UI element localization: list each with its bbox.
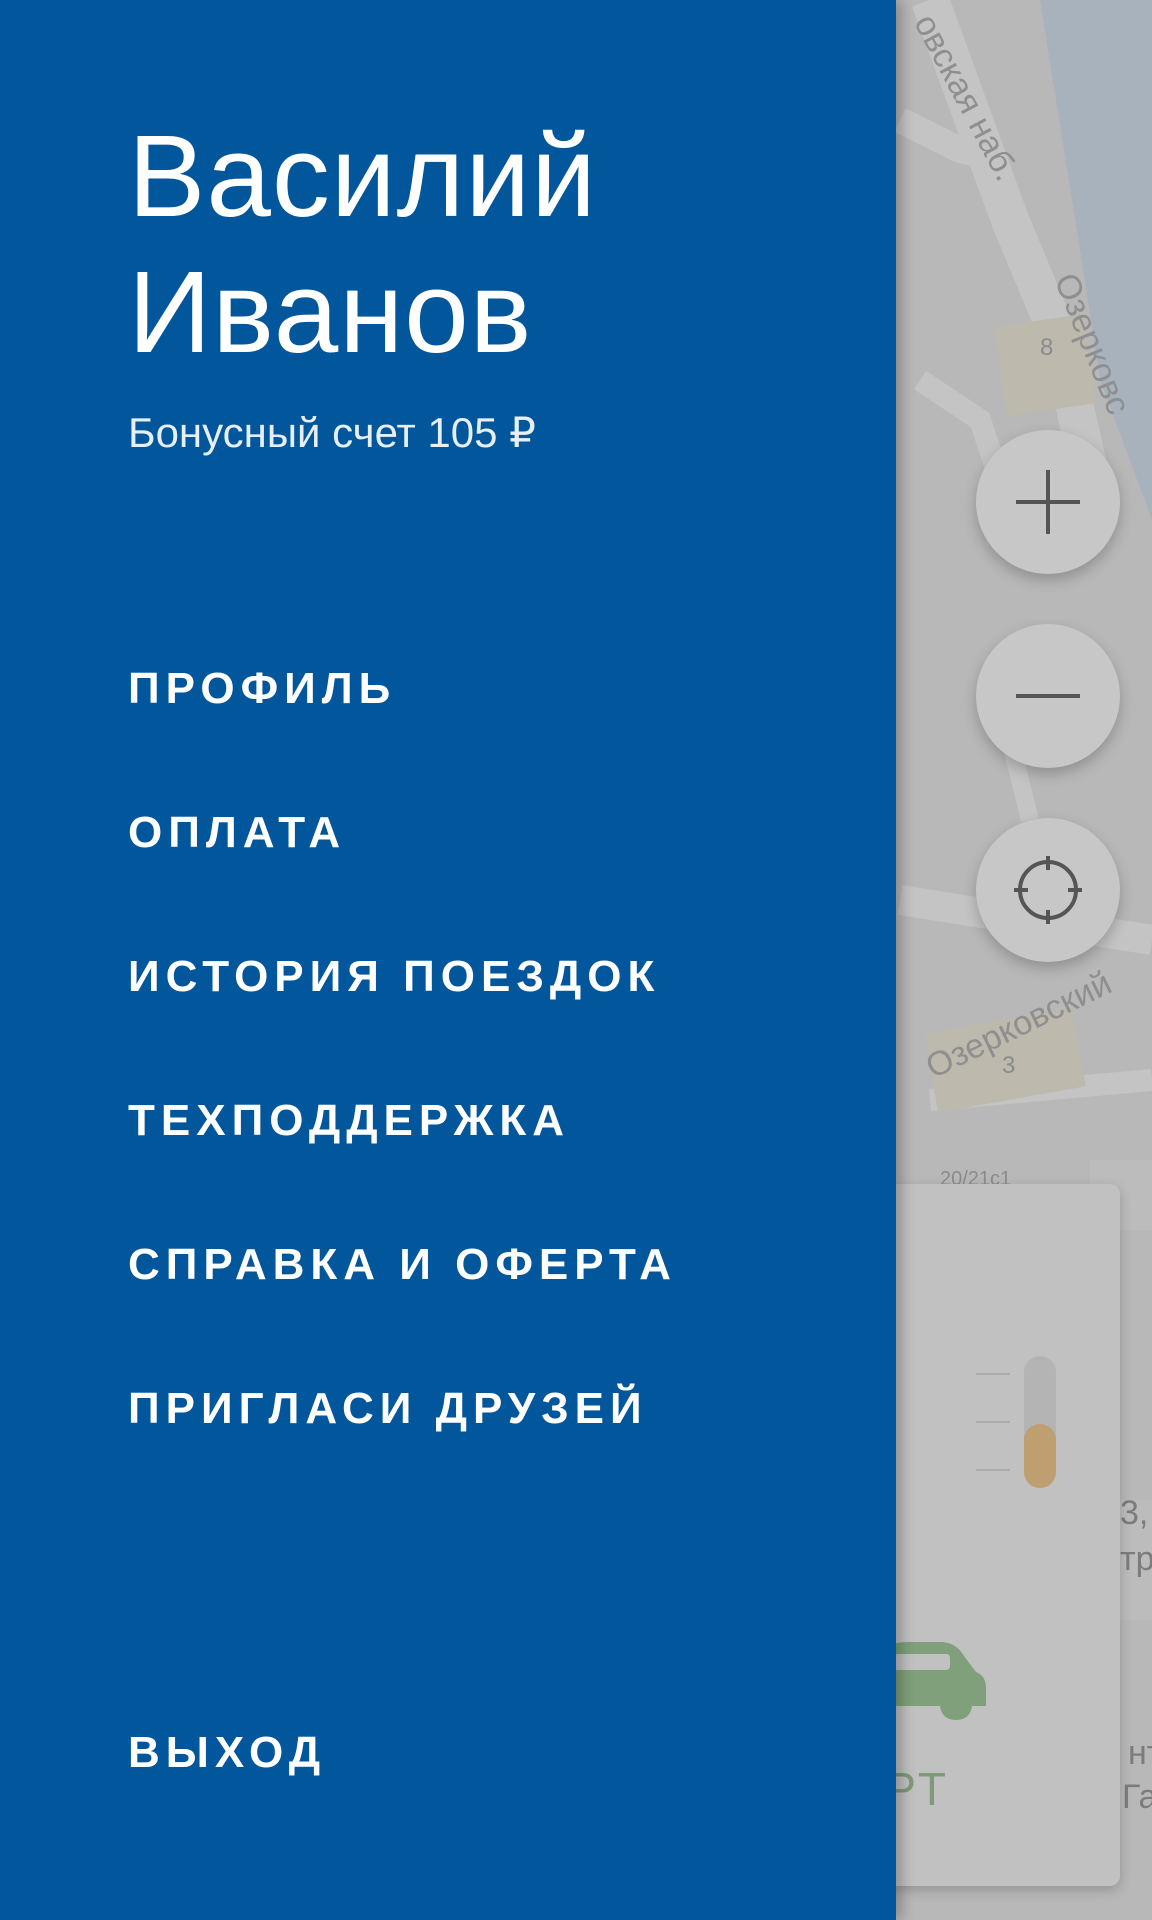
menu-item-profile[interactable]: ПРОФИЛЬ [128, 664, 396, 714]
building-number: 8 [1040, 334, 1054, 361]
user-name: Василий Иванов [128, 108, 848, 380]
locate-button[interactable] [976, 818, 1120, 962]
menu-item-payment[interactable]: ОПЛАТА [128, 808, 346, 858]
user-first-name: Василий [128, 111, 597, 241]
zoom-out-button[interactable] [976, 624, 1120, 768]
menu-item-support[interactable]: ТЕХПОДДЕРЖКА [128, 1096, 570, 1146]
navigation-drawer: Василий Иванов Бонусный счет 105 ₽ ПРОФИ… [0, 0, 896, 1920]
bonus-balance: Бонусный счет 105 ₽ [128, 409, 536, 456]
map-edge-text: тр [1120, 1540, 1152, 1578]
app-screen: овская наб. Озерковс Озерковский 8 3 20/… [0, 0, 1152, 1920]
plus-icon [1016, 470, 1080, 534]
minus-icon [1016, 694, 1080, 698]
crosshair-icon [1014, 856, 1082, 924]
zoom-in-button[interactable] [976, 430, 1120, 574]
logout-button[interactable]: ВЫХОД [128, 1728, 326, 1778]
building-number: 3 [1002, 1052, 1016, 1079]
map-edge-text: Га [1122, 1778, 1152, 1816]
menu-item-help-offer[interactable]: СПРАВКА И ОФЕРТА [128, 1240, 677, 1290]
menu-item-invite-friends[interactable]: ПРИГЛАСИ ДРУЗЕЙ [128, 1384, 648, 1434]
user-last-name: Иванов [128, 247, 533, 377]
map-edge-text: 3, [1120, 1494, 1149, 1532]
map-edge-text: нт [1128, 1734, 1152, 1772]
menu-item-trip-history[interactable]: ИСТОРИЯ ПОЕЗДОК [128, 952, 660, 1002]
ride-card[interactable]: ТАРТ [860, 1184, 1120, 1886]
